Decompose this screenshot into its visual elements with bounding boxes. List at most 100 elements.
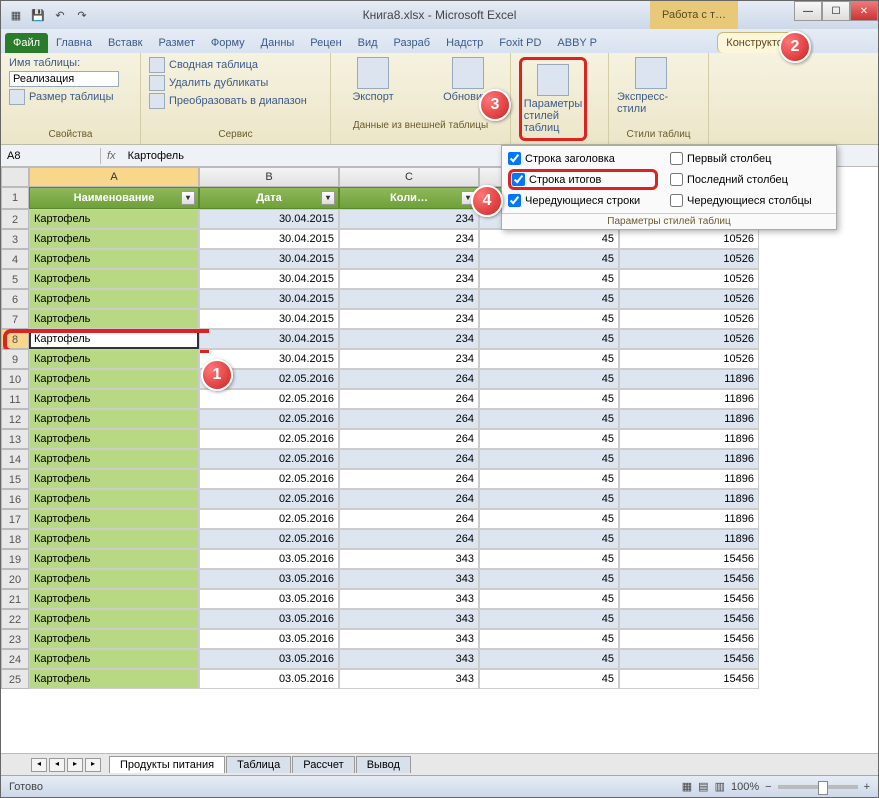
table-row[interactable]: 7 Картофель 30.04.2015 234 45 10526 bbox=[1, 309, 878, 329]
cell[interactable]: 45 bbox=[479, 449, 619, 469]
cell[interactable]: Картофель bbox=[29, 229, 199, 249]
tab-addins[interactable]: Надстр bbox=[438, 33, 491, 53]
cell[interactable]: 45 bbox=[479, 589, 619, 609]
table-row[interactable]: 4 Картофель 30.04.2015 234 45 10526 bbox=[1, 249, 878, 269]
row-header[interactable]: 15 bbox=[1, 469, 29, 489]
tab-developer[interactable]: Разраб bbox=[386, 33, 439, 53]
tab-view[interactable]: Вид bbox=[350, 33, 386, 53]
export-button[interactable]: Экспорт bbox=[339, 57, 407, 103]
cell[interactable]: 30.04.2015 bbox=[199, 309, 339, 329]
cell[interactable]: 30.04.2015 bbox=[199, 209, 339, 229]
minimize-button[interactable]: — bbox=[794, 1, 822, 21]
cell[interactable]: 264 bbox=[339, 449, 479, 469]
cell[interactable]: 45 bbox=[479, 529, 619, 549]
view-normal-icon[interactable]: ▦ bbox=[682, 780, 692, 793]
cell[interactable]: 02.05.2016 bbox=[199, 489, 339, 509]
cell[interactable]: 234 bbox=[339, 209, 479, 229]
checkbox-banded-columns[interactable]: Чередующиеся столбцы bbox=[670, 194, 820, 207]
cell[interactable]: 02.05.2016 bbox=[199, 409, 339, 429]
cell[interactable]: 11896 bbox=[619, 429, 759, 449]
table-row[interactable]: 5 Картофель 30.04.2015 234 45 10526 bbox=[1, 269, 878, 289]
redo-icon[interactable]: ↷ bbox=[73, 6, 91, 24]
cell[interactable]: 264 bbox=[339, 429, 479, 449]
cell[interactable]: Картофель bbox=[29, 529, 199, 549]
name-box[interactable]: A8 bbox=[1, 148, 101, 164]
cell[interactable]: 45 bbox=[479, 309, 619, 329]
cell[interactable]: 264 bbox=[339, 509, 479, 529]
cell[interactable]: 264 bbox=[339, 369, 479, 389]
cell[interactable]: 10526 bbox=[619, 309, 759, 329]
table-row[interactable]: 22 Картофель 03.05.2016 343 45 15456 bbox=[1, 609, 878, 629]
row-header[interactable]: 5 bbox=[1, 269, 29, 289]
cell[interactable]: 02.05.2016 bbox=[199, 469, 339, 489]
tab-data[interactable]: Данны bbox=[253, 33, 303, 53]
cell[interactable]: 30.04.2015 bbox=[199, 269, 339, 289]
row-header[interactable]: 8 bbox=[1, 329, 29, 349]
table-row[interactable]: 12 Картофель 02.05.2016 264 45 11896 bbox=[1, 409, 878, 429]
cell[interactable]: 45 bbox=[479, 289, 619, 309]
pivot-table-button[interactable]: Сводная таблица bbox=[149, 57, 322, 73]
row-header[interactable]: 22 bbox=[1, 609, 29, 629]
row-header[interactable]: 12 bbox=[1, 409, 29, 429]
filter-dropdown-icon[interactable]: ▾ bbox=[181, 191, 195, 205]
cell[interactable]: 03.05.2016 bbox=[199, 549, 339, 569]
cell[interactable]: Картофель bbox=[29, 649, 199, 669]
col-header-B[interactable]: B bbox=[199, 167, 339, 187]
cell[interactable]: 45 bbox=[479, 249, 619, 269]
cell[interactable]: 15456 bbox=[619, 669, 759, 689]
table-row[interactable]: 19 Картофель 03.05.2016 343 45 15456 bbox=[1, 549, 878, 569]
row-header[interactable]: 11 bbox=[1, 389, 29, 409]
table-name-input[interactable] bbox=[9, 71, 119, 87]
cell[interactable]: 02.05.2016 bbox=[199, 449, 339, 469]
cell[interactable]: 45 bbox=[479, 549, 619, 569]
convert-range-button[interactable]: Преобразовать в диапазон bbox=[149, 93, 322, 109]
tab-layout[interactable]: Размет bbox=[151, 33, 203, 53]
table-row[interactable]: 9 Картофель 30.04.2015 234 45 10526 bbox=[1, 349, 878, 369]
table-header-name[interactable]: Наименование▾ bbox=[29, 187, 199, 209]
tab-abbyy[interactable]: ABBY P bbox=[549, 33, 605, 53]
tab-formulas[interactable]: Форму bbox=[203, 33, 253, 53]
tab-home[interactable]: Главна bbox=[48, 33, 100, 53]
cell[interactable]: 234 bbox=[339, 229, 479, 249]
fx-icon[interactable]: fx bbox=[101, 150, 122, 162]
cell[interactable]: 03.05.2016 bbox=[199, 629, 339, 649]
table-row[interactable]: 13 Картофель 02.05.2016 264 45 11896 bbox=[1, 429, 878, 449]
row-header[interactable]: 23 bbox=[1, 629, 29, 649]
undo-icon[interactable]: ↶ bbox=[51, 6, 69, 24]
cell[interactable]: 10526 bbox=[619, 349, 759, 369]
cell[interactable]: 234 bbox=[339, 329, 479, 349]
tab-insert[interactable]: Вставк bbox=[100, 33, 151, 53]
cell[interactable]: 15456 bbox=[619, 609, 759, 629]
zoom-out-button[interactable]: − bbox=[765, 781, 771, 793]
table-row[interactable]: 3 Картофель 30.04.2015 234 45 10526 bbox=[1, 229, 878, 249]
cell[interactable]: 11896 bbox=[619, 469, 759, 489]
table-row[interactable]: 16 Картофель 02.05.2016 264 45 11896 bbox=[1, 489, 878, 509]
cell[interactable]: 234 bbox=[339, 269, 479, 289]
view-layout-icon[interactable]: ▤ bbox=[698, 780, 708, 793]
cell[interactable]: Картофель bbox=[29, 409, 199, 429]
save-icon[interactable]: 💾 bbox=[29, 6, 47, 24]
row-header[interactable]: 2 bbox=[1, 209, 29, 229]
resize-table-button[interactable]: Размер таблицы bbox=[9, 89, 132, 105]
cell[interactable]: 45 bbox=[479, 409, 619, 429]
table-row[interactable]: 23 Картофель 03.05.2016 343 45 15456 bbox=[1, 629, 878, 649]
cell[interactable]: 264 bbox=[339, 489, 479, 509]
cell[interactable]: 234 bbox=[339, 309, 479, 329]
cell[interactable]: 234 bbox=[339, 349, 479, 369]
zoom-in-button[interactable]: + bbox=[864, 781, 870, 793]
checkbox-total-row[interactable]: Строка итогов bbox=[508, 169, 658, 190]
row-header[interactable]: 24 bbox=[1, 649, 29, 669]
cell[interactable]: 03.05.2016 bbox=[199, 569, 339, 589]
cell[interactable]: Картофель bbox=[29, 449, 199, 469]
cell[interactable]: Картофель bbox=[29, 429, 199, 449]
cell[interactable]: 45 bbox=[479, 509, 619, 529]
row-header[interactable]: 13 bbox=[1, 429, 29, 449]
cell[interactable]: 45 bbox=[479, 469, 619, 489]
table-header-qty[interactable]: Коли…▾ bbox=[339, 187, 479, 209]
table-row[interactable]: 18 Картофель 02.05.2016 264 45 11896 bbox=[1, 529, 878, 549]
sheet-tab[interactable]: Рассчет bbox=[292, 756, 355, 773]
cell[interactable]: 02.05.2016 bbox=[199, 389, 339, 409]
cell[interactable]: Картофель bbox=[29, 569, 199, 589]
cell[interactable]: 03.05.2016 bbox=[199, 609, 339, 629]
cell[interactable]: Картофель bbox=[29, 629, 199, 649]
